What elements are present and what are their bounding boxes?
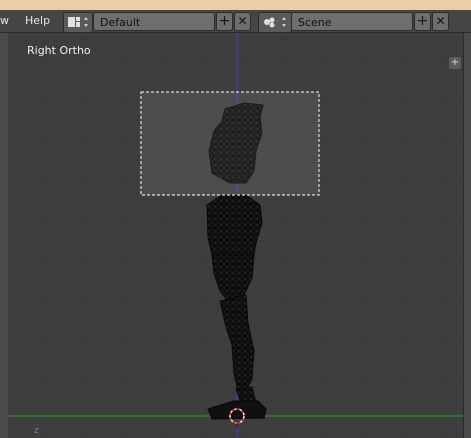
view-name-label: Right Ortho (27, 44, 91, 57)
layout-grid-icon (68, 17, 88, 27)
layout-type-button[interactable] (63, 12, 93, 33)
delete-scene-button[interactable]: ✕ (432, 12, 449, 31)
header-menubar: w Help Default + ✕ Scene + ✕ (0, 10, 471, 33)
delete-layout-button[interactable]: ✕ (234, 12, 251, 31)
scene-type-button[interactable] (258, 12, 292, 33)
scene-name-field[interactable]: Scene (291, 12, 413, 31)
layout-name-field[interactable]: Default (93, 12, 215, 31)
properties-toggle-button[interactable]: + (449, 57, 461, 69)
selection-box (140, 91, 320, 196)
viewport-canvas (8, 33, 463, 438)
scene-icon (264, 17, 286, 28)
add-scene-button[interactable]: + (414, 12, 431, 31)
add-layout-button[interactable]: + (216, 12, 233, 31)
properties-edge[interactable] (463, 33, 471, 438)
axis-indicator-label: z (34, 426, 39, 436)
help-menu[interactable]: Help (25, 14, 50, 28)
view-menu[interactable]: w (0, 14, 9, 28)
3d-viewport[interactable]: Right Ortho + z (8, 33, 463, 438)
